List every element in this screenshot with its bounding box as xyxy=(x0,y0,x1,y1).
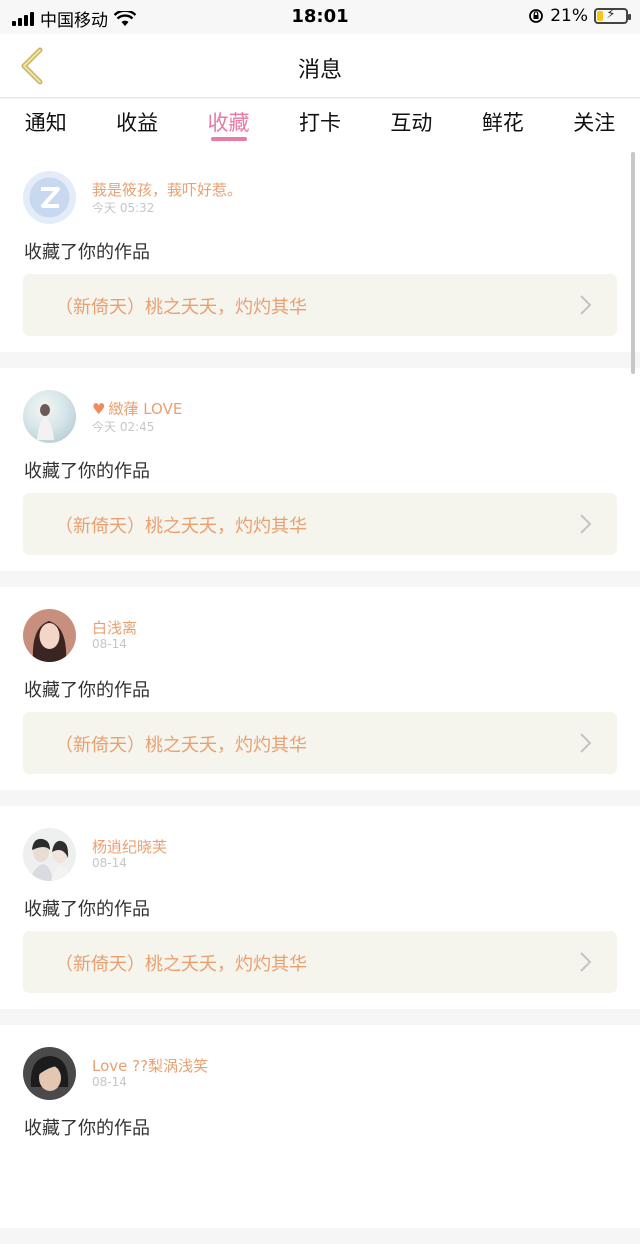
message-time: 今天 05:32 xyxy=(92,201,155,215)
tab-checkin[interactable]: 打卡 xyxy=(274,99,365,149)
status-right: 21% ⚡ xyxy=(528,6,631,26)
message-card: ♥ 緻葎 LOVE 今天 02:45 收藏了你的作品 （新倚天）桃之夭夭，灼灼其华 xyxy=(0,368,640,571)
chevron-right-icon xyxy=(580,514,592,534)
work-link[interactable]: （新倚天）桃之夭夭，灼灼其华 xyxy=(23,931,617,993)
tab-follow[interactable]: 关注 xyxy=(549,99,640,149)
tab-earnings[interactable]: 收益 xyxy=(91,99,182,149)
action-text: 收藏了你的作品 xyxy=(24,242,150,263)
heart-icon: ♥ xyxy=(92,400,106,418)
work-link[interactable]: （新倚天）桃之夭夭，灼灼其华 xyxy=(23,274,617,336)
username-text: 緻葎 LOVE xyxy=(108,400,183,418)
tab-favorites[interactable]: 收藏 xyxy=(183,99,274,149)
page-title: 消息 xyxy=(297,58,342,83)
battery-percent: 21% xyxy=(550,6,588,26)
tab-flowers[interactable]: 鲜花 xyxy=(457,99,548,149)
chevron-right-icon xyxy=(580,733,592,753)
work-title: （新倚天）桃之夭夭，灼灼其华 xyxy=(55,954,307,975)
work-title: （新倚天）桃之夭夭，灼灼其华 xyxy=(55,735,307,756)
message-time: 今天 02:45 xyxy=(92,420,155,434)
tab-notify[interactable]: 通知 xyxy=(0,99,91,149)
work-link[interactable]: （新倚天）桃之夭夭，灼灼其华 xyxy=(23,493,617,555)
message-list: 莪是筱孩，莪吓好惹。 今天 05:32 收藏了你的作品 （新倚天）桃之夭夭，灼灼… xyxy=(0,149,640,1244)
tab-interaction[interactable]: 互动 xyxy=(366,99,457,149)
battery-icon: ⚡ xyxy=(594,7,631,24)
username[interactable]: 白浅离 xyxy=(92,617,137,638)
action-text: 收藏了你的作品 xyxy=(24,680,150,701)
message-card: 杨逍纪晓芙 08-14 收藏了你的作品 （新倚天）桃之夭夭，灼灼其华 xyxy=(0,806,640,1009)
tab-bar: 通知 收益 收藏 打卡 互动 鲜花 关注 xyxy=(0,99,640,149)
chevron-right-icon xyxy=(580,295,592,315)
avatar[interactable] xyxy=(23,390,76,443)
avatar[interactable] xyxy=(23,1047,76,1100)
username[interactable]: ♥ 緻葎 LOVE xyxy=(92,398,182,419)
avatar[interactable] xyxy=(23,828,76,881)
message-time: 08-14 xyxy=(92,637,127,651)
action-text: 收藏了你的作品 xyxy=(24,461,150,482)
username[interactable]: 莪是筱孩，莪吓好惹。 xyxy=(92,179,242,200)
avatar[interactable] xyxy=(23,171,76,224)
nav-bar: 消息 xyxy=(0,34,640,98)
orientation-lock-icon xyxy=(529,9,544,23)
avatar[interactable] xyxy=(23,609,76,662)
username[interactable]: 杨逍纪晓芙 xyxy=(92,836,167,857)
scrollbar[interactable] xyxy=(631,152,635,374)
username[interactable]: Love ??梨涡浅笑 xyxy=(92,1055,208,1076)
work-title: （新倚天）桃之夭夭，灼灼其华 xyxy=(55,297,307,318)
status-bar: 中国移动 18:01 21% ⚡ xyxy=(0,0,640,34)
message-time: 08-14 xyxy=(92,856,127,870)
action-text: 收藏了你的作品 xyxy=(24,899,150,920)
work-link[interactable]: （新倚天）桃之夭夭，灼灼其华 xyxy=(23,712,617,774)
charging-icon: ⚡ xyxy=(606,7,616,22)
message-card: Love ??梨涡浅笑 08-14 收藏了你的作品 xyxy=(0,1025,640,1228)
work-title: （新倚天）桃之夭夭，灼灼其华 xyxy=(55,516,307,537)
message-card: 白浅离 08-14 收藏了你的作品 （新倚天）桃之夭夭，灼灼其华 xyxy=(0,587,640,790)
chevron-right-icon xyxy=(580,952,592,972)
action-text: 收藏了你的作品 xyxy=(24,1118,150,1139)
message-time: 08-14 xyxy=(92,1075,127,1089)
message-card: 莪是筱孩，莪吓好惹。 今天 05:32 收藏了你的作品 （新倚天）桃之夭夭，灼灼… xyxy=(0,149,640,352)
